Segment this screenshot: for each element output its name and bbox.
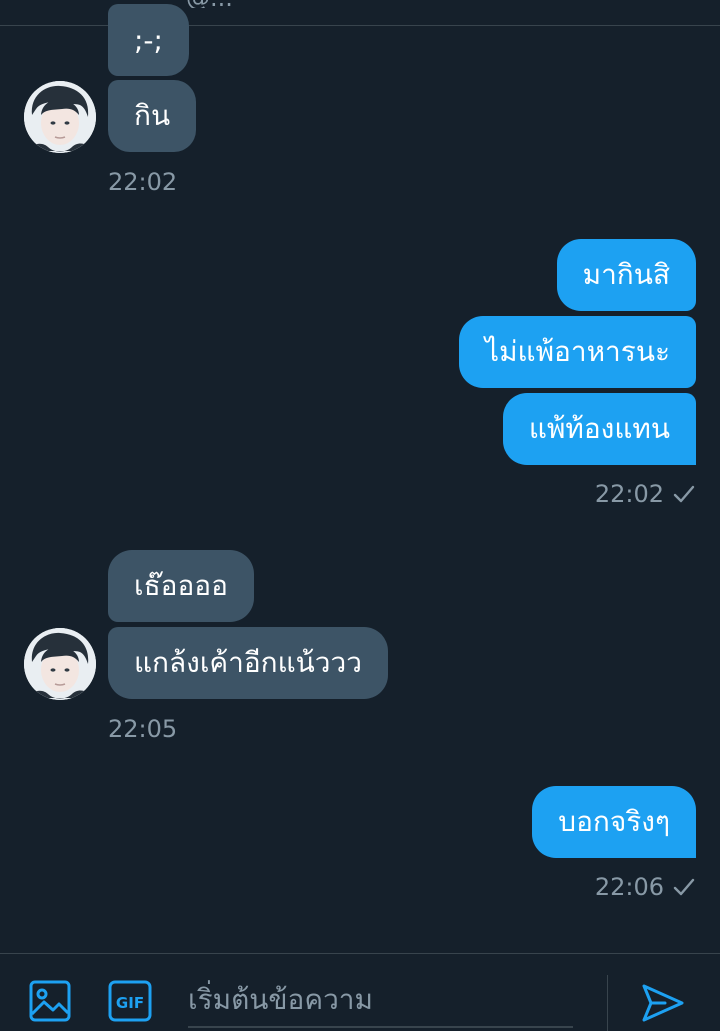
message-bubble-sent[interactable]: แพ้ท้องแทน — [502, 393, 696, 465]
message-text: ไม่แพ้อาหารนะ — [485, 335, 670, 368]
message-timestamp: 22:02 — [595, 480, 696, 508]
message-text: แพ้ท้องแทน — [528, 412, 670, 445]
image-icon[interactable] — [27, 978, 73, 1024]
message-input[interactable]: เริ่มต้นข้อความ — [188, 974, 573, 1028]
message-bubble-received[interactable]: ;-; — [108, 4, 189, 76]
message-timestamp: 22:02 — [108, 168, 178, 196]
sent-check-icon — [673, 485, 695, 503]
message-text: มากินสิ — [582, 258, 670, 291]
sent-check-icon — [673, 878, 695, 896]
message-text: ;-; — [134, 23, 163, 57]
message-timestamp: 22:06 — [595, 873, 696, 901]
timestamp-text: 22:02 — [594, 480, 664, 508]
message-text: บอกจริงๆ — [558, 805, 670, 838]
send-icon[interactable] — [640, 980, 686, 1026]
message-input-placeholder: เริ่มต้นข้อความ — [188, 983, 373, 1016]
gif-label: GIF — [116, 994, 144, 1012]
avatar[interactable] — [24, 628, 96, 700]
message-text: แกล้งเค้าอีกแน้ววว — [134, 646, 362, 679]
message-text: เธ๊ออออ — [134, 569, 228, 602]
message-bubble-sent[interactable]: มากินสิ — [556, 239, 696, 311]
top-handle: @..._ — [186, 0, 245, 8]
composer-vertical-divider — [607, 975, 608, 1031]
message-text: กิน — [134, 99, 171, 132]
avatar-photo — [24, 628, 96, 700]
message-bubble-sent[interactable]: ไม่แพ้อาหารนะ — [459, 316, 696, 388]
message-bubble-received[interactable]: แกล้งเค้าอีกแน้ววว — [108, 627, 388, 699]
message-bubble-sent[interactable]: บอกจริงๆ — [532, 786, 696, 858]
avatar-photo — [24, 81, 96, 153]
message-bubble-received[interactable]: เธ๊ออออ — [108, 550, 254, 622]
message-bubble-received[interactable]: กิน — [108, 80, 197, 152]
message-timestamp: 22:05 — [108, 715, 178, 743]
timestamp-text: 22:06 — [594, 873, 664, 901]
composer-divider — [0, 953, 720, 954]
avatar[interactable] — [24, 81, 96, 153]
gif-icon[interactable]: GIF — [107, 978, 153, 1024]
